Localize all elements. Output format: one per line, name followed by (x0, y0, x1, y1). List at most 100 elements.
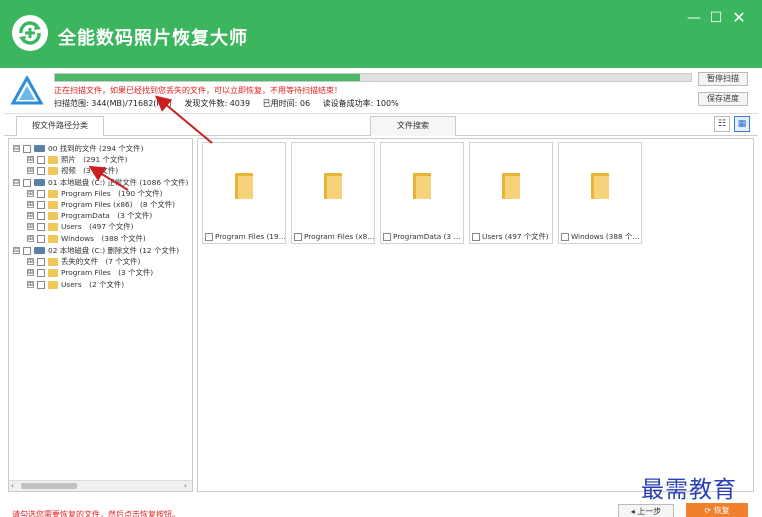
scan-message: 正在扫描文件，如果已经找到您丢失的文件，可以立即恢复，不用等待扫描结束！ (54, 86, 342, 95)
tree-item-label: 00 找到的文件 (294 个文件) (48, 144, 144, 153)
list-view-icon[interactable]: ☷ (714, 116, 730, 132)
tree-item-label: ProgramData (3 个文件) (61, 211, 153, 220)
bottom-hint: 请勾选您需要恢复的文件，然后点击恢复按钮。 (12, 510, 180, 517)
expand-icon[interactable]: ⊞ (27, 281, 34, 288)
tree-checkbox[interactable] (37, 211, 45, 220)
file-checkbox[interactable] (294, 232, 302, 241)
folder-icon (502, 173, 520, 199)
scroll-right-icon[interactable]: › (184, 481, 187, 492)
file-label: Users (497 个文件) (482, 232, 549, 241)
previous-step-button[interactable]: ◂ 上一步 (618, 504, 674, 517)
grid-view-icon[interactable]: ▦ (734, 116, 750, 132)
scan-logo-icon (10, 74, 44, 106)
pause-scan-button[interactable]: 暂停扫描 (698, 72, 748, 86)
expand-icon[interactable]: ⊞ (27, 212, 34, 219)
file-grid-panel: Program Files (19… Program Files (x8… Pr… (197, 138, 754, 492)
file-checkbox[interactable] (205, 232, 213, 241)
folder-icon (48, 257, 58, 266)
scan-status-panel: 正在扫描文件，如果已经找到您丢失的文件，可以立即恢复，不用等待扫描结束！ 扫描范… (4, 68, 758, 114)
tree-checkbox[interactable] (37, 155, 45, 164)
expand-icon[interactable]: ⊞ (27, 235, 34, 242)
title-bar: 全能数码照片恢复大师 — ☐ ✕ (0, 0, 762, 68)
tree-checkbox[interactable] (23, 144, 31, 153)
expand-icon[interactable]: ⊞ (27, 156, 34, 163)
tree-item-label: 丢失的文件 (7 个文件) (61, 257, 141, 266)
maximize-icon[interactable]: ☐ (708, 10, 724, 26)
folder-icon (48, 222, 58, 231)
tree-checkbox[interactable] (23, 246, 31, 255)
tree-item[interactable]: ⊞ Users (2 个文件) (27, 279, 124, 290)
tree-item-label: Users (2 个文件) (61, 280, 125, 289)
folder-icon (48, 234, 58, 243)
folder-icon (48, 280, 58, 289)
tree-item-label: Program Files (3 个文件) (61, 268, 154, 277)
drive-icon (34, 247, 45, 254)
tree-item[interactable]: ⊞ Program Files (3 个文件) (27, 267, 153, 278)
save-progress-button[interactable]: 保存进度 (698, 92, 748, 106)
scan-range: 扫描范围: 344(MB)/71682(MB) (54, 99, 172, 108)
file-label: ProgramData (3 … (393, 232, 461, 241)
tree-checkbox[interactable] (37, 166, 45, 175)
tree-item-label: Users (497 个文件) (61, 222, 134, 231)
folder-icon (48, 189, 58, 198)
horizontal-scrollbar[interactable]: ‹ › (9, 480, 192, 491)
tree-checkbox[interactable] (37, 234, 45, 243)
tree-checkbox[interactable] (37, 200, 45, 209)
tree-checkbox[interactable] (37, 189, 45, 198)
minimize-icon[interactable]: — (686, 10, 702, 26)
elapsed-time: 已用时间: 06 (262, 99, 311, 108)
collapse-icon[interactable]: ⊟ (13, 247, 20, 254)
tree-checkbox[interactable] (23, 178, 31, 187)
tree-item[interactable]: ⊞ 照片 (291 个文件) (27, 154, 128, 165)
tree-item[interactable]: ⊞ Program Files (x86) (8 个文件) (27, 199, 175, 210)
scroll-left-icon[interactable]: ‹ (11, 481, 14, 492)
file-card[interactable]: Program Files (x8… (291, 142, 375, 244)
expand-icon[interactable]: ⊞ (27, 167, 34, 174)
tab-by-path[interactable]: 按文件路径分类 (16, 116, 104, 136)
tree-checkbox[interactable] (37, 257, 45, 266)
folder-icon (48, 268, 58, 277)
tree-item-label: Program Files (x86) (8 个文件) (61, 200, 176, 209)
tree-item[interactable]: ⊞ ProgramData (3 个文件) (27, 210, 152, 221)
tree-item[interactable]: ⊞ Users (497 个文件) (27, 221, 133, 232)
tree-checkbox[interactable] (37, 268, 45, 277)
file-checkbox[interactable] (561, 233, 569, 241)
expand-icon[interactable]: ⊞ (27, 269, 34, 276)
close-icon[interactable]: ✕ (731, 10, 747, 26)
recover-button[interactable]: ⟳ 恢复 (686, 503, 748, 517)
tree-item[interactable]: ⊟ 00 找到的文件 (294 个文件) (13, 143, 143, 154)
tree-item[interactable]: ⊟ 02 本地磁盘 (C:) 删除文件 (12 个文件) (13, 245, 179, 256)
watermark: 最需教育 (641, 477, 737, 503)
file-label: Windows (388 个… (571, 232, 640, 241)
expand-icon[interactable]: ⊞ (27, 190, 34, 197)
file-card[interactable]: Program Files (19… (202, 142, 286, 244)
folder-tree-panel: ⊟ 00 找到的文件 (294 个文件) ⊞ 照片 (291 个文件) ⊞ 视频… (8, 138, 193, 492)
scan-stats: 扫描范围: 344(MB)/71682(MB) 发现文件数: 4039 已用时间… (54, 98, 409, 109)
file-card[interactable]: ProgramData (3 … (380, 142, 464, 244)
file-checkbox[interactable] (383, 232, 391, 241)
tree-item[interactable]: ⊟ 01 本地磁盘 (C:) 正常文件 (1086 个文件) (13, 177, 188, 188)
tree-checkbox[interactable] (37, 280, 45, 289)
tree-item-label: 视频 (3 个文件) (61, 166, 119, 175)
tree-item[interactable]: ⊞ 视频 (3 个文件) (27, 165, 118, 176)
tree-checkbox[interactable] (37, 222, 45, 231)
tree-item[interactable]: ⊞ Program Files (190 个文件) (27, 188, 163, 199)
expand-icon[interactable]: ⊞ (27, 201, 34, 208)
collapse-icon[interactable]: ⊟ (13, 179, 20, 186)
file-card[interactable]: Windows (388 个… (558, 142, 642, 244)
tree-item[interactable]: ⊞ 丢失的文件 (7 个文件) (27, 256, 140, 267)
folder-icon (235, 173, 253, 199)
scrollbar-thumb[interactable] (21, 483, 77, 489)
file-label: Program Files (x8… (304, 232, 374, 241)
tree-item-label: Program Files (190 个文件) (61, 189, 163, 198)
file-checkbox[interactable] (472, 233, 480, 241)
tree-item[interactable]: ⊞ Windows (388 个文件) (27, 233, 146, 244)
collapse-icon[interactable]: ⊟ (13, 145, 20, 152)
file-label: Program Files (19… (215, 232, 285, 241)
folder-icon (48, 166, 58, 175)
expand-icon[interactable]: ⊞ (27, 223, 34, 230)
file-card[interactable]: Users (497 个文件) (469, 142, 553, 244)
app-title: 全能数码照片恢复大师 (58, 28, 248, 49)
tab-file-search[interactable]: 文件搜索 (370, 116, 456, 136)
expand-icon[interactable]: ⊞ (27, 258, 34, 265)
